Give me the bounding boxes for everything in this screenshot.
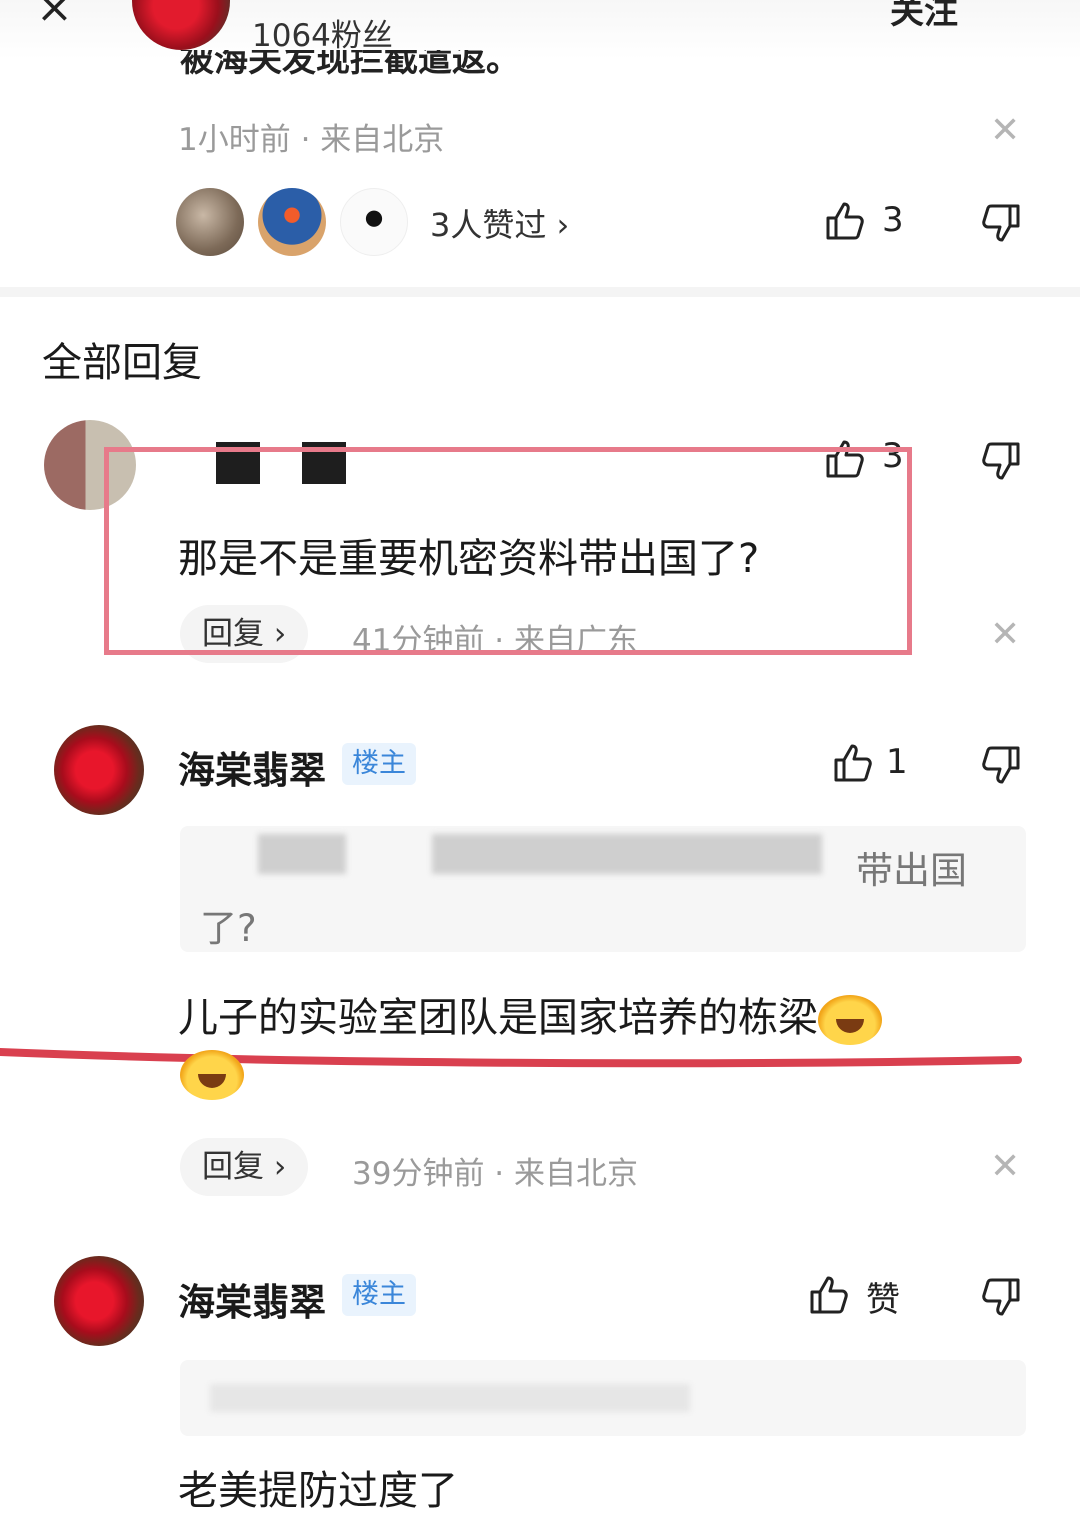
thumbs-down-icon[interactable] [978, 440, 1022, 484]
laughing-emoji-icon [180, 1050, 244, 1100]
follow-button[interactable]: 关注 [890, 0, 958, 33]
quoted-reply: 带出国 了? [180, 826, 1026, 952]
quoted-reply [180, 1360, 1026, 1436]
thumbs-up-icon[interactable] [808, 1272, 852, 1316]
reply-text: 老美提防过度了 [178, 1468, 458, 1514]
thumbs-down-icon[interactable] [978, 202, 1022, 246]
like-count: 3 [882, 200, 904, 240]
quote-visible-text: 带出国 [856, 849, 967, 892]
thumbs-up-icon[interactable] [832, 740, 876, 784]
dismiss-icon[interactable]: ✕ [990, 614, 1020, 655]
dismiss-icon[interactable]: ✕ [990, 1146, 1020, 1187]
liker-avatar[interactable] [258, 188, 326, 256]
username[interactable]: 海棠翡翠 [178, 1272, 326, 1326]
liker-avatar[interactable] [340, 188, 408, 256]
op-avatar[interactable] [54, 1256, 144, 1346]
blurred-text [210, 1384, 690, 1412]
reply-text-content: 儿子的实验室团队是国家培养的栋梁 [178, 995, 818, 1041]
like-label: 赞 [866, 1280, 900, 1320]
reply-button-label: 回复 [202, 1149, 264, 1185]
thumbs-up-icon[interactable] [824, 198, 868, 242]
blurred-text [432, 834, 822, 874]
like-count: 1 [886, 742, 908, 782]
highlight-annotation [104, 447, 912, 655]
likers-link[interactable]: 3人赞过 › [430, 200, 569, 246]
close-icon[interactable]: × [36, 0, 80, 30]
reply-meta: 39分钟前 · 来自北京 [352, 1156, 639, 1192]
username[interactable]: 海棠翡翠 [178, 740, 326, 794]
blurred-text [258, 834, 346, 874]
fans-count: 1064粉丝 [252, 18, 393, 54]
op-badge: 楼主 [342, 1274, 416, 1316]
quote-visible-text: 了? [200, 907, 257, 950]
reply-button[interactable]: 回复 › [180, 1138, 309, 1196]
reply-text: 儿子的实验室团队是国家培养的栋梁 [178, 985, 882, 1045]
dismiss-icon[interactable]: ✕ [990, 110, 1020, 151]
all-replies-title: 全部回复 [42, 340, 202, 386]
likers-text: 3人赞过 [430, 206, 547, 244]
op-avatar[interactable] [54, 725, 144, 815]
thumbs-down-icon[interactable] [978, 744, 1022, 788]
cutoff-comment-text: 被海关发现拦截遣返。 [180, 50, 520, 76]
comment-meta: 1小时前 · 来自北京 [178, 122, 445, 158]
underline-annotation [0, 1048, 1022, 1068]
thumbs-down-icon[interactable] [978, 1276, 1022, 1320]
op-badge: 楼主 [342, 743, 416, 785]
laughing-emoji-icon [818, 995, 882, 1045]
section-divider [0, 287, 1080, 297]
liker-avatar[interactable] [176, 188, 244, 256]
